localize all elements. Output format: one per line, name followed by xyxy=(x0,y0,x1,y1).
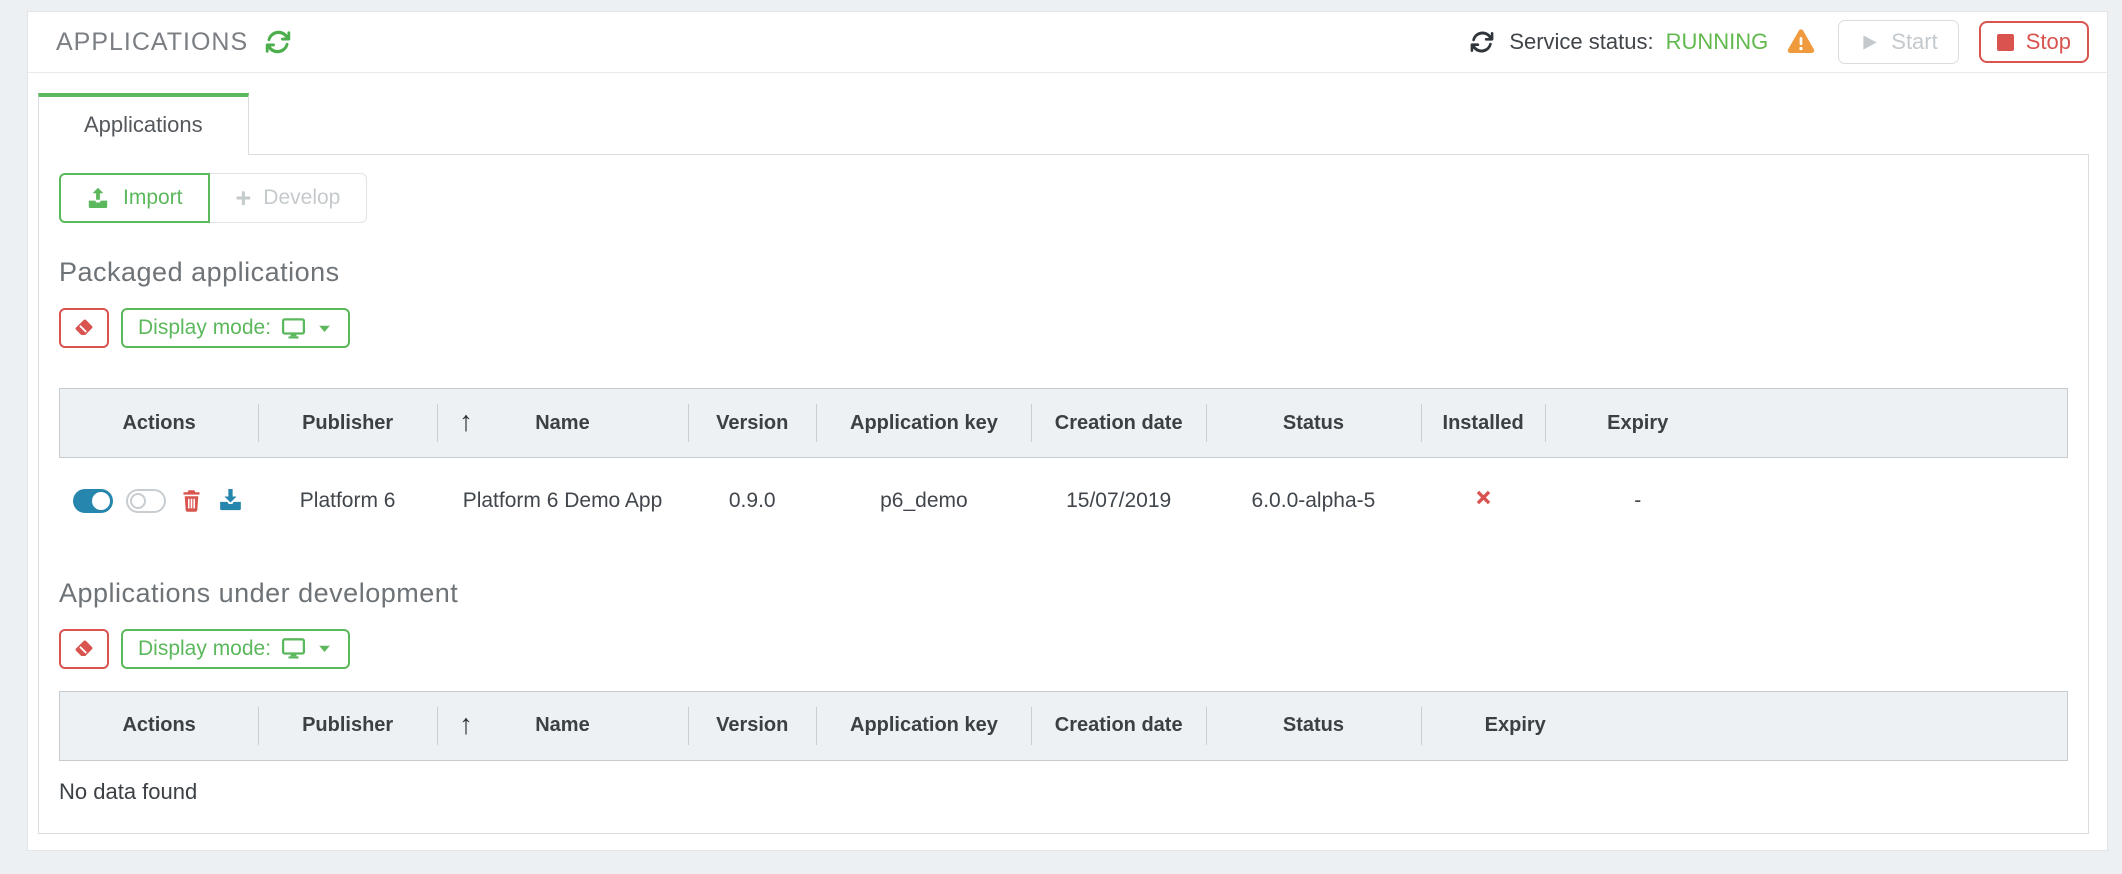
stop-icon xyxy=(1997,34,2014,51)
clear-filters-button-dev[interactable] xyxy=(59,629,109,669)
upload-icon xyxy=(86,186,110,210)
caret-down-icon xyxy=(316,640,333,657)
version-cell: 0.9.0 xyxy=(688,458,817,544)
toggle-off-icon[interactable] xyxy=(126,489,166,513)
play-icon xyxy=(1859,32,1880,53)
app-toolbar: Import + Develop xyxy=(59,173,367,223)
col-publisher[interactable]: Publisher xyxy=(258,691,437,760)
actions-cell xyxy=(60,458,259,544)
col-actions: Actions xyxy=(60,389,259,458)
clear-filters-button[interactable] xyxy=(59,308,109,348)
packaged-header-row: Actions Publisher ↑ Name Version Applica… xyxy=(60,389,2068,458)
col-filler xyxy=(1610,691,2068,760)
service-status-area: Service status: RUNNING Start Stop xyxy=(1469,20,2089,64)
col-installed[interactable]: Installed xyxy=(1421,389,1545,458)
creation-date-cell: 15/07/2019 xyxy=(1031,458,1206,544)
sort-ascending-icon: ↑ xyxy=(459,708,473,740)
toggle-on-icon[interactable] xyxy=(73,489,113,513)
download-icon[interactable] xyxy=(217,487,244,514)
import-label: Import xyxy=(123,186,183,210)
filler-cell xyxy=(1730,458,2067,544)
not-installed-icon xyxy=(1473,487,1494,508)
develop-label: Develop xyxy=(263,186,340,210)
col-expiry[interactable]: Expiry xyxy=(1545,389,1730,458)
title-area: APPLICATIONS xyxy=(56,28,292,57)
col-publisher[interactable]: Publisher xyxy=(258,389,437,458)
name-cell: Platform 6 Demo App xyxy=(437,458,688,544)
monitor-icon xyxy=(281,316,306,341)
tab-applications-label: Applications xyxy=(84,112,203,137)
section-title-development: Applications under development xyxy=(59,578,2068,609)
development-header-row: Actions Publisher ↑ Name Version Applica… xyxy=(60,691,2068,760)
caret-down-icon xyxy=(316,320,333,337)
tab-applications[interactable]: Applications xyxy=(38,93,249,155)
service-status-value: RUNNING xyxy=(1666,29,1769,55)
develop-button[interactable]: + Develop xyxy=(210,173,368,223)
monitor-icon xyxy=(281,636,306,661)
col-name-label: Name xyxy=(535,412,589,434)
warning-icon xyxy=(1786,27,1816,57)
display-mode-button[interactable]: Display mode: xyxy=(121,308,350,348)
table-row: Platform 6 Platform 6 Demo App 0.9.0 p6_… xyxy=(60,458,2068,544)
packaged-filter-row: Display mode: xyxy=(59,308,2068,348)
col-expiry[interactable]: Expiry xyxy=(1421,691,1610,760)
col-version[interactable]: Version xyxy=(688,389,817,458)
col-actions: Actions xyxy=(60,691,259,760)
col-creation-date[interactable]: Creation date xyxy=(1031,389,1206,458)
display-mode-label: Display mode: xyxy=(138,637,271,661)
development-filter-row: Display mode: xyxy=(59,629,2068,669)
applications-card: APPLICATIONS Service status: RUNNING xyxy=(27,11,2108,851)
col-name[interactable]: ↑ Name xyxy=(437,691,688,760)
start-label: Start xyxy=(1891,29,1937,55)
packaged-applications-table: Actions Publisher ↑ Name Version Applica… xyxy=(59,388,2068,544)
page-title: APPLICATIONS xyxy=(56,28,248,57)
development-applications-table: Actions Publisher ↑ Name Version Applica… xyxy=(59,691,2068,761)
import-button[interactable]: Import xyxy=(59,173,210,223)
stop-button[interactable]: Stop xyxy=(1979,21,2089,63)
installed-cell xyxy=(1421,458,1545,544)
col-name[interactable]: ↑ Name xyxy=(437,389,688,458)
col-status[interactable]: Status xyxy=(1206,691,1421,760)
card-header: APPLICATIONS Service status: RUNNING xyxy=(28,12,2107,73)
display-mode-button-dev[interactable]: Display mode: xyxy=(121,629,350,669)
col-status[interactable]: Status xyxy=(1206,389,1421,458)
display-mode-label: Display mode: xyxy=(138,316,271,340)
stop-label: Stop xyxy=(2026,29,2071,55)
tab-bar: Applications xyxy=(28,73,2107,154)
no-data-text: No data found xyxy=(59,779,2068,805)
start-button[interactable]: Start xyxy=(1838,20,1958,64)
plus-icon: + xyxy=(236,188,252,208)
tab-panel: Import + Develop Packaged applications D… xyxy=(38,154,2089,834)
section-title-packaged: Packaged applications xyxy=(59,257,2068,288)
col-filler xyxy=(1730,389,2067,458)
eraser-icon xyxy=(73,638,95,660)
col-application-key[interactable]: Application key xyxy=(816,691,1031,760)
col-creation-date[interactable]: Creation date xyxy=(1031,691,1206,760)
col-version[interactable]: Version xyxy=(688,691,817,760)
publisher-cell: Platform 6 xyxy=(258,458,437,544)
status-cell: 6.0.0-alpha-5 xyxy=(1206,458,1421,544)
sort-ascending-icon: ↑ xyxy=(459,406,473,438)
refresh-status-icon[interactable] xyxy=(1469,29,1495,55)
refresh-applications-icon[interactable] xyxy=(264,28,292,56)
application-key-cell: p6_demo xyxy=(816,458,1031,544)
eraser-icon xyxy=(73,317,95,339)
trash-icon[interactable] xyxy=(179,488,204,513)
service-status-label: Service status: xyxy=(1509,29,1653,55)
col-application-key[interactable]: Application key xyxy=(816,389,1031,458)
expiry-cell: - xyxy=(1545,458,1730,544)
col-name-label: Name xyxy=(535,714,589,736)
